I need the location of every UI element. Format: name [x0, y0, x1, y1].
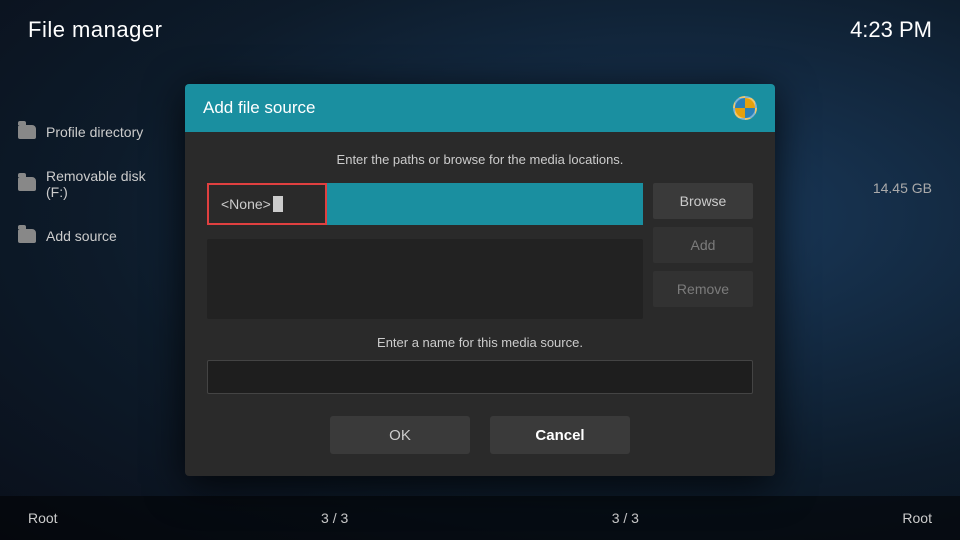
action-buttons: Browse Add Remove	[653, 183, 753, 319]
paths-list	[207, 239, 643, 319]
add-file-source-dialog: Add file source Enter the paths or brows…	[185, 84, 775, 476]
cancel-button[interactable]: Cancel	[490, 416, 630, 454]
none-path-input[interactable]: <None>	[207, 183, 327, 225]
text-cursor	[273, 196, 283, 212]
dialog-body: Enter the paths or browse for the media …	[185, 132, 775, 476]
dialog-header: Add file source	[185, 84, 775, 132]
browse-button[interactable]: Browse	[653, 183, 753, 219]
dialog-description: Enter the paths or browse for the media …	[207, 152, 753, 167]
paths-area: <None> Browse Add Remove	[207, 183, 753, 319]
name-section: Enter a name for this media source.	[207, 335, 753, 412]
dialog-footer-buttons: OK Cancel	[207, 412, 753, 454]
modal-overlay: Add file source Enter the paths or brows…	[0, 0, 960, 540]
remove-button[interactable]: Remove	[653, 271, 753, 307]
dialog-title: Add file source	[203, 98, 315, 118]
name-input[interactable]	[207, 360, 753, 394]
none-text: <None>	[221, 196, 271, 212]
path-row: <None>	[207, 183, 643, 225]
path-input-wrapper: <None>	[207, 183, 643, 225]
add-button[interactable]: Add	[653, 227, 753, 263]
name-description: Enter a name for this media source.	[207, 335, 753, 350]
kodi-logo-icon	[733, 96, 757, 120]
ok-button[interactable]: OK	[330, 416, 470, 454]
